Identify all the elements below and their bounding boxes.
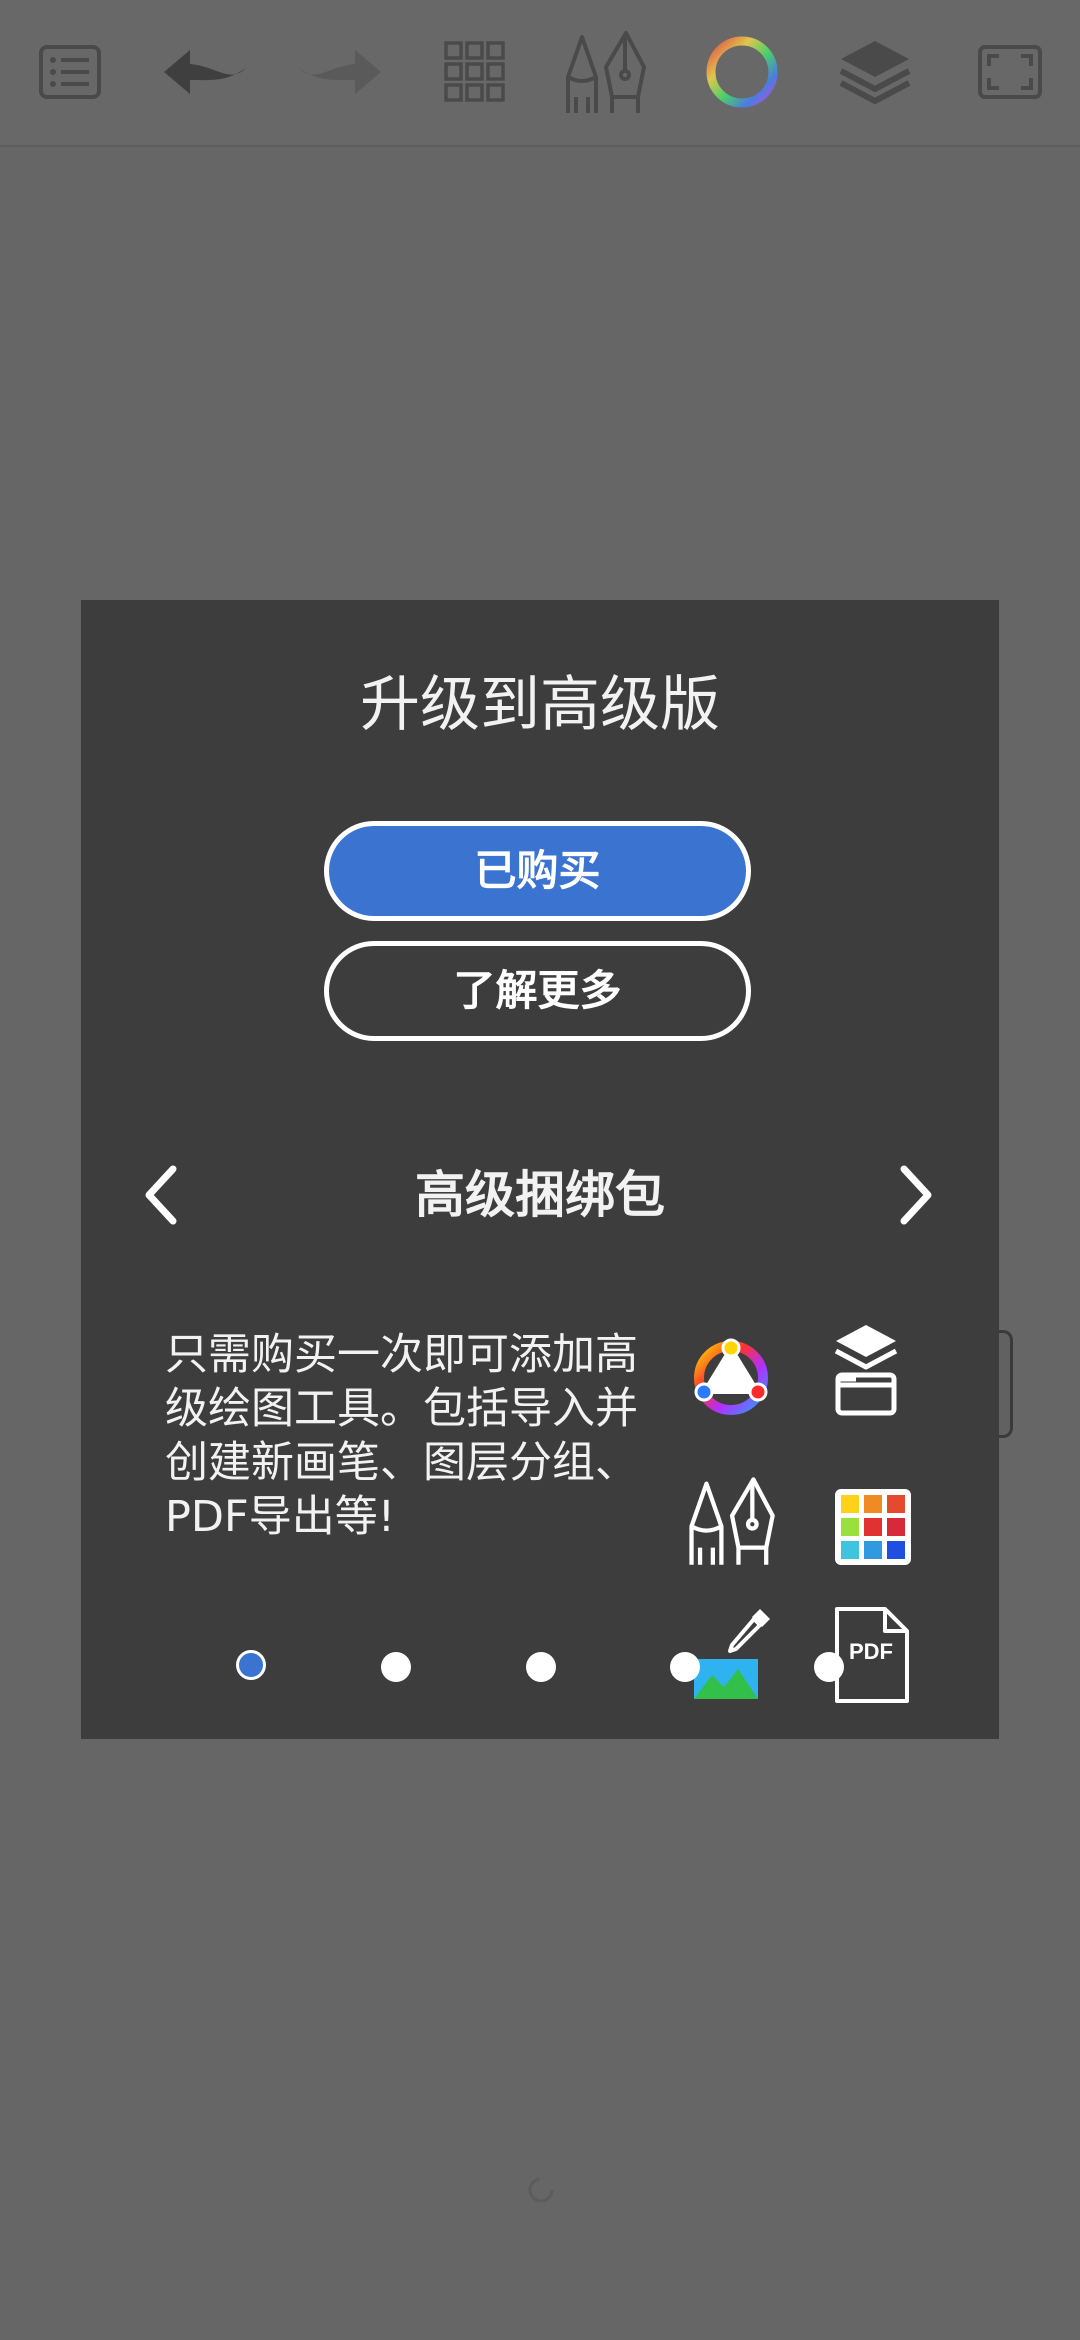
page-dot-3[interactable] [526,1652,556,1682]
upgrade-dialog: 升级到高级版 已购买 了解更多 高级捆绑包 只需购买一次即可添加高级绘图工具。包… [81,600,999,1739]
chevron-left-icon [145,1165,177,1225]
learn-more-button[interactable]: 了解更多 [324,941,751,1041]
layers-icon[interactable] [825,22,925,122]
color-palette-icon [818,1472,928,1582]
app-screen: 升级到高级版 已购买 了解更多 高级捆绑包 只需购买一次即可添加高级绘图工具。包… [0,0,1080,2340]
brushes-icon[interactable] [555,22,655,122]
page-dot-1[interactable] [236,1650,266,1680]
dialog-title: 升级到高级版 [360,670,720,740]
redo-icon[interactable] [290,22,390,122]
next-page-button[interactable] [881,1155,951,1235]
previous-page-button[interactable] [126,1155,196,1235]
loading-spinner-icon [528,2177,554,2203]
bundle-title: 高级捆绑包 [415,1166,665,1224]
pdf-icon-label: PDF [849,1639,893,1664]
bundle-description: 只需购买一次即可添加高级绘图工具。包括导入并创建新画笔、图层分组、PDF导出等! [165,1330,638,1542]
eyedropper-image-icon [676,1598,786,1708]
grid-icon[interactable] [425,22,525,122]
top-toolbar [0,0,1080,147]
chevron-right-icon [900,1165,932,1225]
fullscreen-icon[interactable] [960,22,1060,122]
page-dot-5[interactable] [814,1652,844,1682]
brush-pens-icon [676,1466,786,1576]
undo-icon[interactable] [155,22,255,122]
color-wheel-icon[interactable] [692,22,792,122]
page-dot-4[interactable] [670,1652,700,1682]
page-dot-2[interactable] [381,1652,411,1682]
list-icon[interactable] [20,22,120,122]
layer-group-icon [811,1316,921,1426]
purchased-button[interactable]: 已购买 [324,821,751,921]
color-harmony-icon [676,1320,786,1430]
